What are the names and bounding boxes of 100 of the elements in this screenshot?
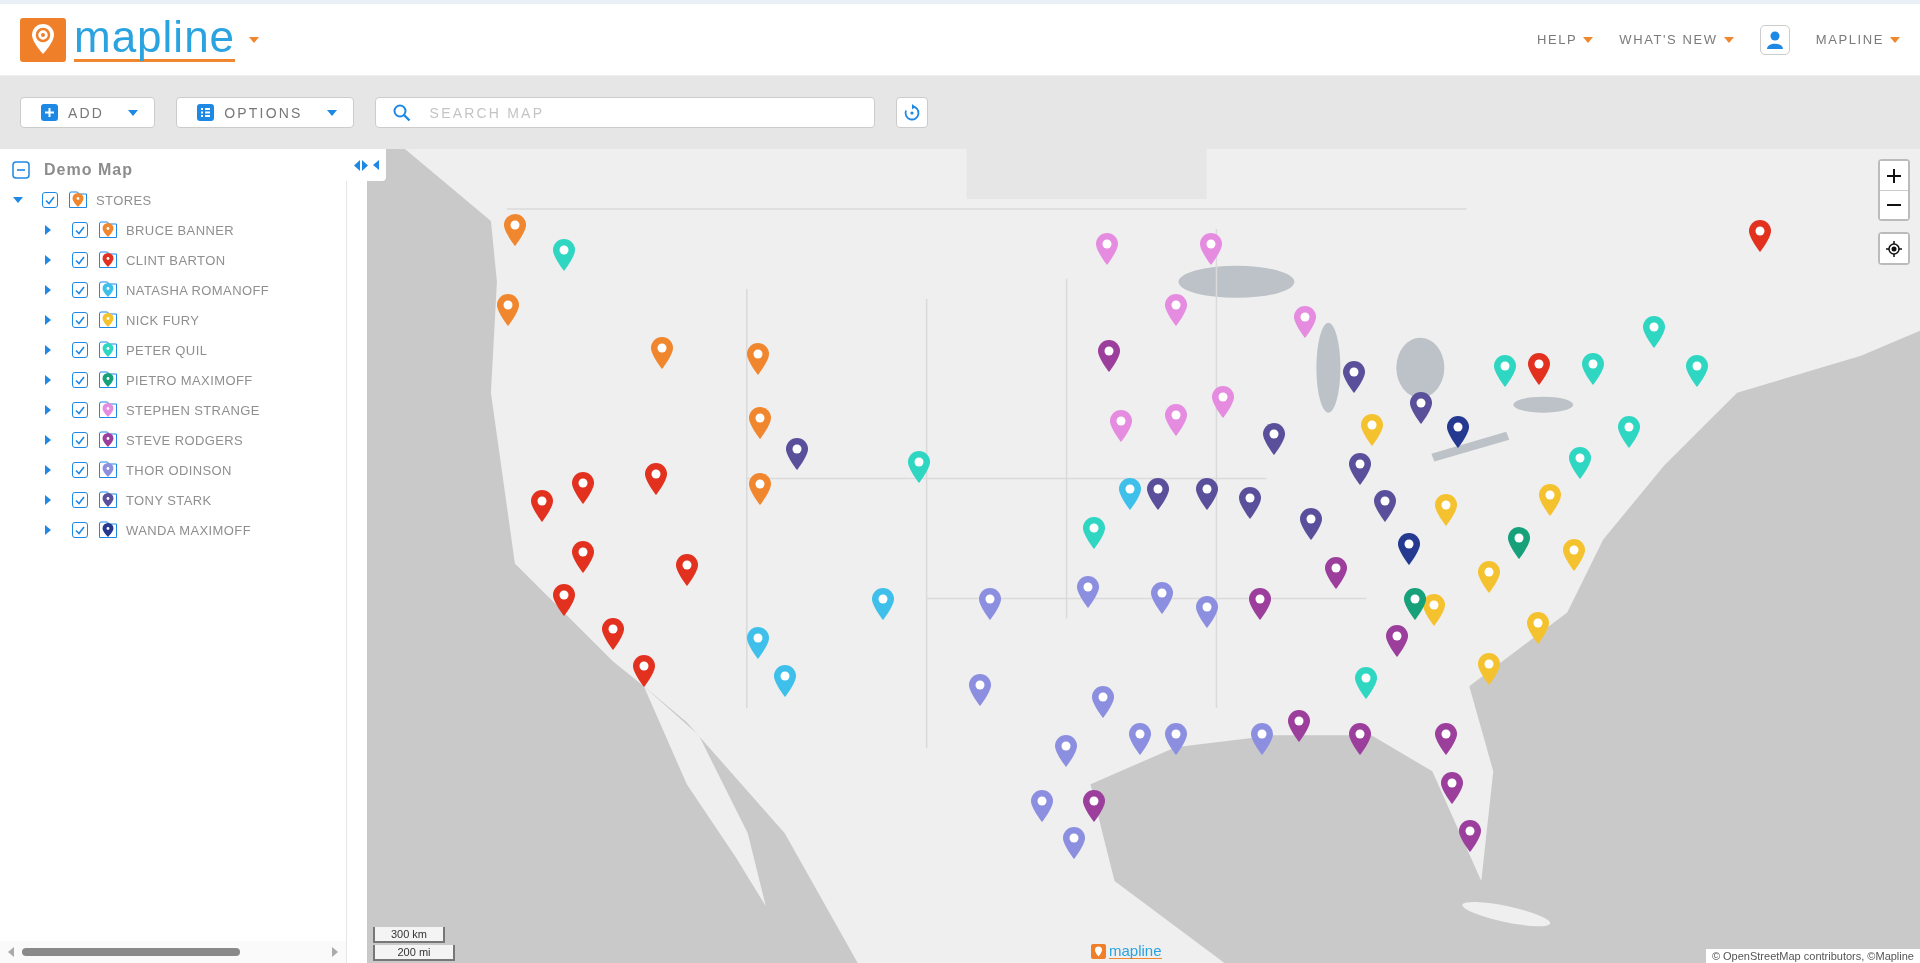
map-pin-icon[interactable] [1323,556,1348,591]
collapse-panel-icon [372,160,379,170]
expand-caret-icon[interactable] [45,495,51,505]
resize-icon[interactable] [353,159,368,171]
checkbox[interactable] [72,252,88,268]
expand-caret-icon[interactable] [45,375,51,385]
map-pin-icon[interactable] [631,654,656,689]
checkbox[interactable] [72,342,88,358]
checkbox[interactable] [72,372,88,388]
menu-button[interactable]: MAPLINE [1815,32,1900,47]
map-pin-icon[interactable] [1247,586,1272,621]
locate-icon [1886,240,1902,257]
plus-icon [1887,168,1901,183]
list-icon [197,104,215,121]
caret-icon [1583,36,1594,43]
checkbox[interactable] [72,432,88,448]
menu-button[interactable]: HELP [1536,32,1594,47]
menu-button[interactable]: WHAT'S NEW [1619,32,1734,47]
scale-bar: 300 km [373,927,445,943]
map-pin-icon[interactable] [601,617,626,652]
expand-caret-icon[interactable] [45,255,51,265]
layer-label[interactable]: CLINT BARTON [126,252,226,268]
layer-label[interactable]: TONY STARK [126,492,212,508]
map-pin-icon[interactable] [1195,476,1219,511]
checkbox[interactable] [72,492,88,508]
layer-label[interactable]: STORES [96,192,152,208]
map-pin-icon[interactable] [1397,531,1422,566]
expand-caret-icon[interactable] [45,345,51,355]
map-pin-icon[interactable] [1348,452,1373,487]
map-pin-icon[interactable] [1372,488,1397,523]
map-pin-icon[interactable] [1458,819,1483,854]
refresh-icon [902,103,921,122]
scroll-right-icon [332,947,338,957]
avatar-frame[interactable] [1759,24,1790,55]
map-pin-icon[interactable] [1082,788,1107,823]
checkbox[interactable] [72,462,88,478]
layer-label[interactable]: PETER QUIL [126,342,208,358]
attribution-text: © OpenStreetMap contributors, ©Mapline [1705,949,1920,963]
expand-caret-icon[interactable] [45,315,51,325]
map-pin-icon[interactable] [552,583,577,618]
map-pin-icon[interactable] [1286,709,1311,744]
expand-caret-icon[interactable] [45,225,51,235]
zoom-out-button[interactable] [1880,190,1908,219]
toolbar-button[interactable]: ADD [20,97,156,128]
caret-icon [1723,36,1734,43]
caret-icon [1890,36,1900,43]
map-pin-icon[interactable] [1097,339,1122,374]
map-pin-icon[interactable] [784,437,809,472]
collapse-icon[interactable] [12,161,30,179]
layer-label[interactable]: WANDA MAXIMOFF [126,522,251,538]
map-pin-icon[interactable] [570,470,595,505]
checkbox[interactable] [72,222,88,238]
layer-label[interactable]: NATASHA ROMANOFF [126,282,270,298]
checkbox[interactable] [72,282,88,298]
expand-caret-icon[interactable] [45,285,51,295]
map-pin-icon[interactable] [1146,476,1170,511]
collapse-caret-icon[interactable] [13,197,23,203]
scrollbar-thumb[interactable] [22,948,240,956]
map-pin-icon[interactable] [1299,507,1324,542]
map-pin-icon[interactable] [1748,219,1773,254]
layer-label[interactable]: THOR ODINSON [126,462,232,478]
minus-icon [1887,204,1901,206]
map-pin-icon[interactable] [1262,421,1287,456]
checkbox[interactable] [42,192,58,208]
layer-label[interactable]: BRUCE BANNER [126,222,235,238]
logo-text[interactable]: mapline [74,17,236,62]
map-pin-icon[interactable] [570,540,595,575]
checkbox[interactable] [72,402,88,418]
locate-button[interactable] [1880,234,1908,263]
plus-icon [41,104,58,121]
layer-label[interactable]: STEVE RODGERS [126,432,244,448]
map-pin-icon[interactable] [1526,351,1551,386]
toolbar-button[interactable]: OPTIONS [176,97,354,128]
map-pin-icon[interactable] [530,488,555,523]
map-pin-icon[interactable] [1433,721,1458,756]
map-pin-icon[interactable] [1384,623,1409,658]
layer-label[interactable]: NICK FURY [126,312,200,328]
search-field[interactable]: SEARCH MAP [374,97,875,128]
layer-label[interactable]: STEPHEN STRANGE [126,402,260,418]
expand-caret-icon[interactable] [45,465,51,475]
expand-caret-icon[interactable] [45,525,51,535]
logo-icon [20,17,66,62]
map-pin-icon[interactable] [1348,721,1373,756]
checkbox[interactable] [72,312,88,328]
map-pin-icon[interactable] [1439,770,1464,805]
scroll-left-icon [8,947,14,957]
user-avatar-icon [1766,30,1783,49]
expand-caret-icon[interactable] [45,405,51,415]
scale-bar: 200 mi [373,945,455,961]
expand-caret-icon[interactable] [45,435,51,445]
logo-icon [1091,944,1106,959]
map-pin-icon[interactable] [1237,486,1262,521]
map-pin-icon[interactable] [674,552,699,587]
map-pin-icon[interactable] [1446,415,1470,450]
checkbox[interactable] [72,522,88,538]
refresh-button[interactable] [895,97,928,128]
map-pin-icon[interactable] [1409,390,1434,425]
map-pin-icon[interactable] [1341,360,1366,395]
map-pin-icon[interactable] [643,461,668,496]
layer-label[interactable]: PIETRO MAXIMOFF [126,372,253,388]
